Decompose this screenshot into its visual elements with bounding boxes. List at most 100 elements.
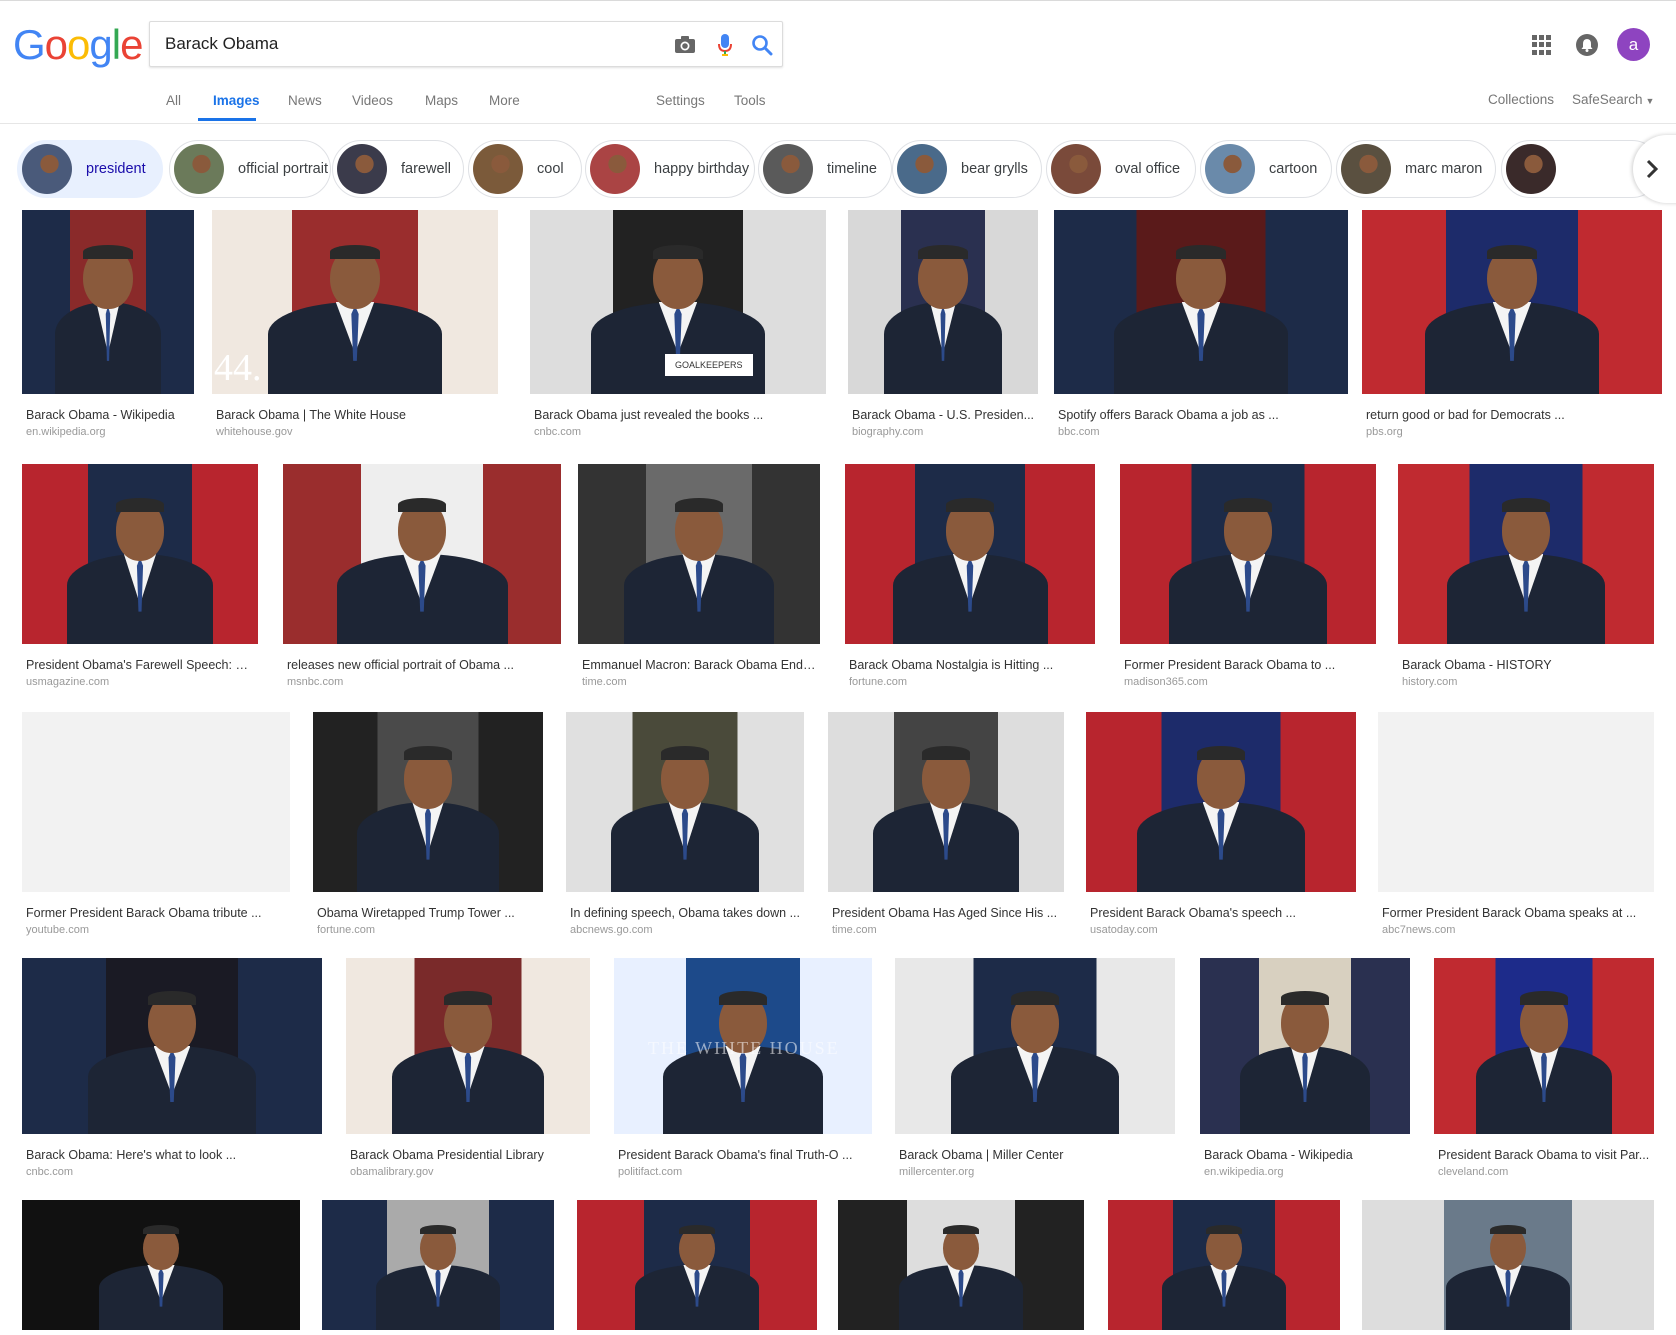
tab-videos[interactable]: Videos: [352, 93, 393, 108]
image-result[interactable]: President Obama's Farewell Speech: W... u…: [22, 464, 258, 702]
chip-president[interactable]: president: [17, 140, 163, 198]
result-thumbnail[interactable]: [1200, 958, 1410, 1134]
result-thumbnail[interactable]: [1398, 464, 1654, 644]
result-thumbnail[interactable]: [895, 958, 1175, 1134]
result-title[interactable]: Barack Obama - Wikipedia: [26, 408, 190, 422]
result-title[interactable]: return good or bad for Democrats ...: [1366, 408, 1658, 422]
result-thumbnail[interactable]: [313, 712, 543, 892]
result-source[interactable]: usmagazine.com: [26, 676, 109, 688]
microphone-icon[interactable]: [713, 33, 737, 57]
tab-images[interactable]: Images: [213, 93, 260, 108]
result-thumbnail[interactable]: [578, 464, 820, 644]
image-result[interactable]: [1108, 1200, 1340, 1335]
image-result[interactable]: 44. Barack Obama | The White House whiteho…: [212, 210, 498, 452]
result-thumbnail[interactable]: [1054, 210, 1348, 394]
tab-news[interactable]: News: [288, 93, 322, 108]
image-result[interactable]: return good or bad for Democrats ... pbs.…: [1362, 210, 1662, 452]
result-thumbnail[interactable]: [22, 958, 322, 1134]
chip-happy-birthday[interactable]: happy birthday: [585, 140, 755, 198]
result-title[interactable]: Barack Obama Presidential Library: [350, 1148, 586, 1162]
image-result[interactable]: Barack Obama - U.S. Presiden... biography…: [848, 210, 1038, 452]
result-source[interactable]: youtube.com: [26, 924, 89, 936]
image-result[interactable]: Obama Wiretapped Trump Tower ... fortune.…: [313, 712, 543, 950]
result-source[interactable]: bbc.com: [1058, 426, 1100, 438]
result-thumbnail[interactable]: [22, 1200, 300, 1330]
result-title[interactable]: President Barack Obama to visit Par...: [1438, 1148, 1650, 1162]
image-result[interactable]: Barack Obama - Wikipedia en.wikipedia.org: [1200, 958, 1410, 1192]
result-source[interactable]: usatoday.com: [1090, 924, 1158, 936]
result-title[interactable]: Barack Obama - HISTORY: [1402, 658, 1650, 672]
image-result[interactable]: [577, 1200, 817, 1335]
tab-all[interactable]: All: [166, 93, 181, 108]
result-thumbnail[interactable]: [346, 958, 590, 1134]
image-result[interactable]: Spotify offers Barack Obama a job as ...…: [1054, 210, 1348, 452]
result-thumbnail[interactable]: [22, 464, 258, 644]
search-icon[interactable]: [750, 33, 774, 57]
result-source[interactable]: en.wikipedia.org: [1204, 1166, 1284, 1178]
result-title[interactable]: Barack Obama - U.S. Presiden...: [852, 408, 1034, 422]
result-thumbnail[interactable]: [1120, 464, 1376, 644]
result-title[interactable]: Former President Barack Obama tribute ..…: [26, 906, 286, 920]
result-source[interactable]: fortune.com: [317, 924, 375, 936]
image-result[interactable]: THE WHITE HOUSE President Barack Obama's …: [614, 958, 872, 1192]
chip-cool[interactable]: cool: [468, 140, 582, 198]
result-thumbnail[interactable]: [1378, 712, 1654, 892]
image-result[interactable]: Barack Obama Presidential Library obamali…: [346, 958, 590, 1192]
settings-link[interactable]: Settings: [656, 93, 705, 108]
collections-link[interactable]: Collections: [1488, 92, 1554, 107]
result-thumbnail[interactable]: THE WHITE HOUSE: [614, 958, 872, 1134]
image-result[interactable]: President Barack Obama's speech ... usato…: [1086, 712, 1356, 950]
result-title[interactable]: Barack Obama - Wikipedia: [1204, 1148, 1406, 1162]
result-source[interactable]: time.com: [832, 924, 877, 936]
image-result[interactable]: [838, 1200, 1084, 1335]
image-result[interactable]: Barack Obama | Miller Center millercenter…: [895, 958, 1175, 1192]
result-thumbnail[interactable]: [838, 1200, 1084, 1330]
result-title[interactable]: Spotify offers Barack Obama a job as ...: [1058, 408, 1344, 422]
tools-link[interactable]: Tools: [734, 93, 766, 108]
result-title[interactable]: Former President Barack Obama to ...: [1124, 658, 1372, 672]
image-result[interactable]: [1362, 1200, 1654, 1335]
result-title[interactable]: President Obama Has Aged Since His ...: [832, 906, 1060, 920]
image-result[interactable]: Barack Obama: Here's what to look ... cnb…: [22, 958, 322, 1192]
result-source[interactable]: history.com: [1402, 676, 1457, 688]
result-thumbnail[interactable]: [322, 1200, 554, 1330]
result-title[interactable]: In defining speech, Obama takes down ...: [570, 906, 800, 920]
image-result[interactable]: Emmanuel Macron: Barack Obama Endor... ti…: [578, 464, 820, 702]
result-source[interactable]: en.wikipedia.org: [26, 426, 106, 438]
result-title[interactable]: Emmanuel Macron: Barack Obama Endor...: [582, 658, 816, 672]
image-result[interactable]: [22, 1200, 300, 1335]
result-title[interactable]: Barack Obama | The White House: [216, 408, 494, 422]
result-thumbnail[interactable]: [1362, 210, 1662, 394]
result-thumbnail[interactable]: 44.: [212, 210, 498, 394]
result-title[interactable]: President Barack Obama's speech ...: [1090, 906, 1352, 920]
result-thumbnail[interactable]: [22, 210, 194, 394]
result-thumbnail[interactable]: [828, 712, 1064, 892]
image-result[interactable]: Barack Obama Nostalgia is Hitting ... for…: [845, 464, 1095, 702]
result-thumbnail[interactable]: [845, 464, 1095, 644]
result-source[interactable]: whitehouse.gov: [216, 426, 292, 438]
image-result[interactable]: President Barack Obama to visit Par... cl…: [1434, 958, 1654, 1192]
result-source[interactable]: abc7news.com: [1382, 924, 1455, 936]
chip-farewell[interactable]: farewell: [332, 140, 464, 198]
image-result[interactable]: Former President Barack Obama tribute ..…: [22, 712, 290, 950]
result-thumbnail[interactable]: [848, 210, 1038, 394]
result-title[interactable]: Former President Barack Obama speaks at …: [1382, 906, 1650, 920]
image-result[interactable]: [322, 1200, 554, 1335]
result-source[interactable]: cleveland.com: [1438, 1166, 1508, 1178]
chip-cartoon[interactable]: cartoon: [1200, 140, 1332, 198]
result-thumbnail[interactable]: [1362, 1200, 1654, 1330]
result-source[interactable]: msnbc.com: [287, 676, 343, 688]
image-result[interactable]: President Obama Has Aged Since His ... ti…: [828, 712, 1064, 950]
apps-icon[interactable]: [1532, 35, 1552, 55]
chip-oval-office[interactable]: oval office: [1046, 140, 1196, 198]
chip-official-portrait[interactable]: official portrait: [169, 140, 331, 198]
result-source[interactable]: cnbc.com: [26, 1166, 73, 1178]
camera-icon[interactable]: [673, 33, 697, 57]
result-title[interactable]: Barack Obama | Miller Center: [899, 1148, 1171, 1162]
tab-maps[interactable]: Maps: [425, 93, 458, 108]
search-input[interactable]: [165, 32, 645, 56]
chip-timeline[interactable]: timeline: [758, 140, 892, 198]
result-thumbnail[interactable]: [1086, 712, 1356, 892]
result-title[interactable]: President Obama's Farewell Speech: W...: [26, 658, 254, 672]
result-source[interactable]: biography.com: [852, 426, 923, 438]
